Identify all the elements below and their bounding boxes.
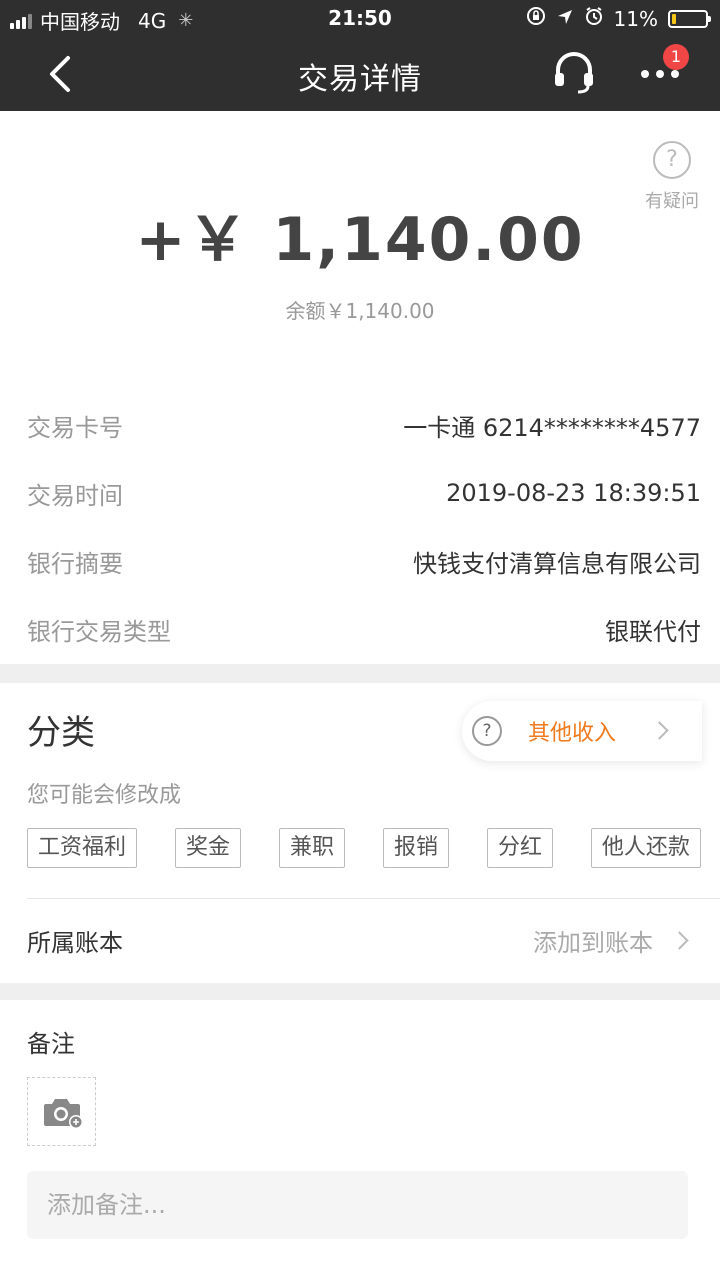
current-category: 其他收入: [528, 721, 617, 746]
transaction-amount: +￥ 1,140.00: [135, 205, 585, 275]
detail-row-time: 交易时间 2019-08-23 18:39:51: [27, 473, 701, 513]
battery-level: [672, 13, 676, 24]
category-card: 分类 ? 其他收入 您可能会修改成 工资福利 奖金 兼职 报销 分红 他人还款 …: [0, 683, 720, 983]
detail-value: 一卡通 6214********4577: [403, 413, 701, 442]
transaction-summary-card: ? 有疑问 +￥ 1,140.00 余额￥1,140.00 交易卡号 一卡通 6…: [0, 111, 720, 664]
lock-rotation-icon: [526, 6, 546, 31]
divider: [27, 898, 720, 899]
remark-title: 备注: [27, 1030, 75, 1058]
detail-label: 交易卡号: [27, 413, 123, 442]
detail-row-card-number: 交易卡号 一卡通 6214********4577: [27, 405, 701, 445]
nav-bar: 交易详情 1: [0, 36, 720, 111]
more-icon: [656, 70, 664, 78]
detail-label: 银行摘要: [27, 549, 123, 578]
page-title: 交易详情: [298, 62, 422, 97]
status-bar: 中国移动 4G ✳ 21:50 11%: [0, 0, 720, 36]
category-tag[interactable]: 奖金: [174, 828, 241, 868]
detail-value: 银联代付: [605, 617, 701, 646]
add-photo-button[interactable]: [27, 1077, 96, 1146]
location-icon: [556, 7, 574, 31]
ledger-label: 所属账本: [27, 929, 123, 957]
balance-text: 余额￥1,140.00: [285, 299, 435, 323]
more-icon: [641, 70, 649, 78]
category-tag[interactable]: 他人还款: [590, 828, 701, 868]
detail-value: 2019-08-23 18:39:51: [446, 479, 701, 507]
detail-row-bank-summary: 银行摘要 快钱支付清算信息有限公司: [27, 541, 701, 581]
chevron-right-icon: [650, 721, 669, 740]
question-icon: ?: [472, 716, 502, 746]
remark-card: 备注: [0, 1000, 720, 1280]
category-tag[interactable]: 分红: [486, 828, 553, 868]
category-tag[interactable]: 报销: [382, 828, 449, 868]
detail-value: 快钱支付清算信息有限公司: [413, 549, 701, 578]
add-to-ledger-label: 添加到账本: [533, 929, 653, 957]
add-to-ledger-button[interactable]: 添加到账本: [533, 923, 689, 958]
detail-row-transaction-type: 银行交易类型 银联代付: [27, 609, 701, 649]
remark-input[interactable]: [27, 1171, 688, 1239]
category-tag[interactable]: 工资福利: [27, 828, 138, 868]
category-tag[interactable]: 兼职: [278, 828, 345, 868]
chevron-right-icon: [670, 931, 689, 950]
category-hint: 您可能会修改成: [27, 783, 182, 808]
status-right: 11%: [526, 6, 711, 31]
battery-icon: [668, 9, 711, 28]
notification-badge: 1: [663, 44, 689, 70]
camera-add-icon: [43, 1098, 83, 1129]
category-selector[interactable]: ? 其他收入: [462, 701, 702, 761]
category-title: 分类: [27, 713, 95, 753]
detail-label: 银行交易类型: [27, 617, 171, 646]
alarm-icon: [584, 6, 604, 31]
category-suggestions: 工资福利 奖金 兼职 报销 分红 他人还款: [27, 828, 701, 868]
question-icon: ?: [653, 141, 691, 179]
customer-service-button[interactable]: [552, 50, 596, 94]
headset-icon: [555, 52, 593, 94]
battery-percent: 11%: [613, 6, 658, 31]
detail-label: 交易时间: [27, 481, 123, 510]
more-icon: [671, 70, 679, 78]
